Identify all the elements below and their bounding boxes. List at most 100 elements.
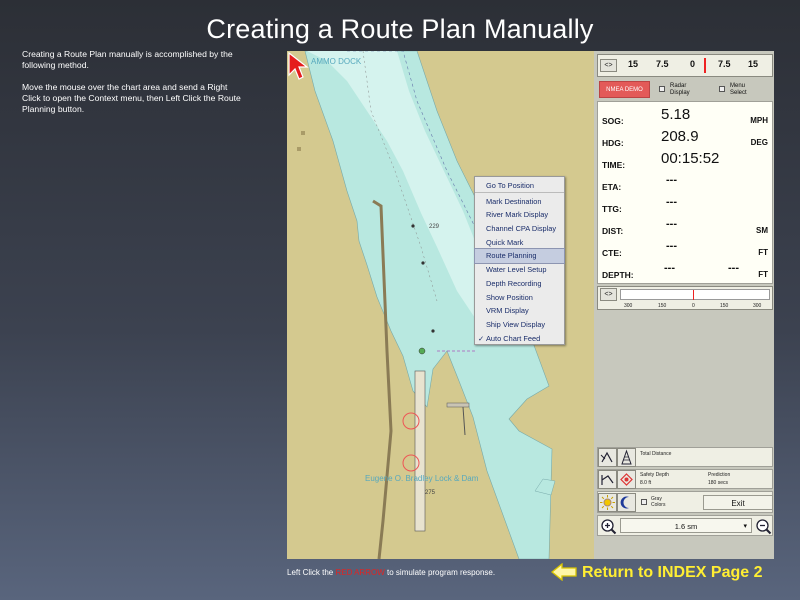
context-menu-item-label: VRM Display	[486, 306, 529, 316]
chart-label-depth-275: 275	[425, 490, 436, 496]
radar-display-checkbox[interactable]	[659, 86, 665, 92]
cpa-bar: <> 300 150 0 150 300	[597, 286, 773, 310]
tower-icon[interactable]	[617, 448, 636, 467]
intro-paragraph-2: Move the mouse over the chart area and s…	[22, 82, 241, 114]
context-menu-item-label: Go To Position	[486, 181, 534, 190]
cte-value: ---	[666, 240, 677, 252]
gray-colors-checkbox[interactable]	[641, 499, 647, 505]
cpa-tick: 300	[624, 303, 633, 309]
cpa-center-marker	[693, 290, 694, 300]
sog-unit: MPH	[750, 116, 768, 125]
footer-red-arrow-text: RED ARROW	[335, 568, 385, 577]
compass-tick: 7.5	[656, 59, 669, 69]
route-icon[interactable]	[598, 470, 617, 489]
eta-label: ETA:	[602, 182, 622, 192]
intro-paragraph-1: Creating a Route Plan manually is accomp…	[22, 49, 233, 70]
moon-icon[interactable]	[617, 493, 636, 512]
context-menu-item-label: Depth Recording	[486, 278, 542, 288]
readout-panel: SOG: 5.18 MPH HDG: 208.9 DEG TIME: 00:15…	[597, 101, 773, 284]
compass-nav-button[interactable]: <>	[600, 59, 617, 72]
compass-tick: 15	[748, 59, 759, 69]
ttg-label: TTG:	[602, 204, 622, 214]
context-menu-item-label: Channel CPA Display	[486, 224, 557, 234]
left-arrow-icon[interactable]	[551, 563, 577, 581]
compass-tick: 7.5	[718, 59, 731, 69]
menu-select-checkbox[interactable]	[719, 86, 725, 92]
context-menu-item-depth-recording[interactable]: Depth Recording	[475, 277, 564, 291]
gray-colors-label: Gray Colors	[651, 496, 666, 508]
nmea-demo-button[interactable]: NMEA DEMO	[599, 81, 650, 98]
buoy-icon[interactable]	[617, 470, 636, 489]
context-menu-item-label: Mark Destination	[486, 196, 542, 206]
depth-value: ---	[664, 262, 675, 274]
eta-value: ---	[666, 174, 677, 186]
chart-label-ammo-dock: AMMO DOCK	[311, 57, 362, 66]
exit-button[interactable]: Exit	[703, 495, 773, 510]
context-menu-item-label: Ship View Display	[486, 319, 546, 329]
chart-area[interactable]: AMMO DOCK Eugene O. Bradley Lock & Dam 2…	[287, 51, 594, 559]
sog-label: SOG:	[602, 116, 624, 126]
ttg-value: ---	[666, 196, 677, 208]
hdg-label: HDG:	[602, 138, 624, 148]
footer-text-after: to simulate program response.	[384, 568, 496, 577]
safety-depth-label: Safety Depth	[640, 472, 669, 478]
hdg-unit: DEG	[750, 138, 768, 147]
context-menu: Go To Position Mark Destination River Mark…	[474, 176, 565, 345]
context-menu-item-label: Show Position	[486, 292, 533, 302]
cpa-tick: 0	[692, 303, 695, 309]
context-menu-item-quick-mark[interactable]: Quick Mark	[475, 236, 564, 250]
chart-scale-select[interactable]: 1.6 sm ▾	[620, 518, 752, 533]
chart-label-depth-229: 229	[429, 224, 440, 230]
zoom-in-icon[interactable]	[600, 518, 617, 535]
cte-label: CTE:	[602, 248, 622, 258]
context-menu-item-show-position[interactable]: Show Position	[475, 291, 564, 305]
hdg-value: 208.9	[661, 128, 699, 145]
page-title: Creating a Route Plan Manually	[206, 14, 594, 44]
context-menu-item-river-mark-display[interactable]: River Mark Display	[475, 208, 564, 222]
footer-text-before: Left Click the	[287, 568, 336, 577]
context-menu-item-label: Quick Mark	[486, 237, 524, 247]
sog-value: 5.18	[661, 106, 691, 123]
sun-icon[interactable]	[598, 493, 617, 512]
zoom-out-icon[interactable]	[755, 518, 772, 535]
context-menu-item-route-planning[interactable]: Route Planning	[474, 248, 565, 265]
context-menu-item-water-level-setup[interactable]: Water Level Setup	[475, 263, 564, 277]
time-value: 00:15:52	[661, 150, 720, 167]
context-menu-item-label: Auto Chart Feed	[486, 333, 541, 343]
chart-label-lock-dam: Eugene O. Bradley Lock & Dam	[365, 474, 479, 483]
depth-value-secondary: ---	[728, 262, 739, 274]
compass-bar: <> 15 7.5 0 7.5 15	[597, 54, 773, 77]
cpa-tick: 300	[753, 303, 762, 309]
time-label: TIME:	[602, 160, 626, 170]
context-menu-item-label: River Mark Display	[486, 210, 549, 220]
context-menu-item-auto-chart-feed[interactable]: ✓ Auto Chart Feed	[475, 332, 564, 346]
navigation-app-window: AMMO DOCK Eugene O. Bradley Lock & Dam 2…	[287, 51, 774, 559]
menu-select-label: Menu Select	[730, 83, 747, 96]
radar-display-label: Radar Display	[670, 83, 690, 96]
anchor-icon[interactable]	[598, 448, 617, 467]
depth-unit: FT	[758, 270, 768, 279]
safety-depth-value: 8.0 ft	[640, 480, 652, 486]
context-menu-item-ship-view-display[interactable]: Ship View Display	[475, 318, 564, 332]
red-arrow-cursor-icon[interactable]	[287, 51, 309, 81]
return-to-index-link[interactable]: Return to INDEX Page 2	[582, 564, 762, 582]
safety-row: Safety Depth 8.0 ft Prediction 180 secs	[597, 469, 773, 489]
context-menu-item-mark-destination[interactable]: Mark Destination	[475, 195, 564, 209]
compass-tick: 15	[628, 59, 639, 69]
context-menu-item-vrm-display[interactable]: VRM Display	[475, 304, 564, 318]
display-row: Gray Colors Exit	[597, 491, 773, 513]
cte-unit: FT	[758, 248, 768, 257]
context-menu-item-label: Route Planning	[486, 251, 537, 261]
context-menu-item-channel-cpa-display[interactable]: Channel CPA Display	[475, 222, 564, 236]
compass-tick: 0	[690, 59, 696, 69]
footer-instruction: Left Click the RED ARROW to simulate pro…	[287, 568, 495, 577]
cpa-track	[620, 289, 770, 300]
compass-heading-marker	[704, 58, 706, 73]
context-menu-item-go-to-position[interactable]: Go To Position	[475, 179, 564, 193]
dist-value: ---	[666, 218, 677, 230]
cpa-nav-button[interactable]: <>	[600, 288, 617, 301]
cpa-tick: 150	[658, 303, 667, 309]
prediction-label: Prediction	[708, 472, 731, 478]
zoom-row: 1.6 sm ▾	[597, 515, 773, 536]
chart-scale-value: 1.6 sm	[674, 522, 698, 531]
